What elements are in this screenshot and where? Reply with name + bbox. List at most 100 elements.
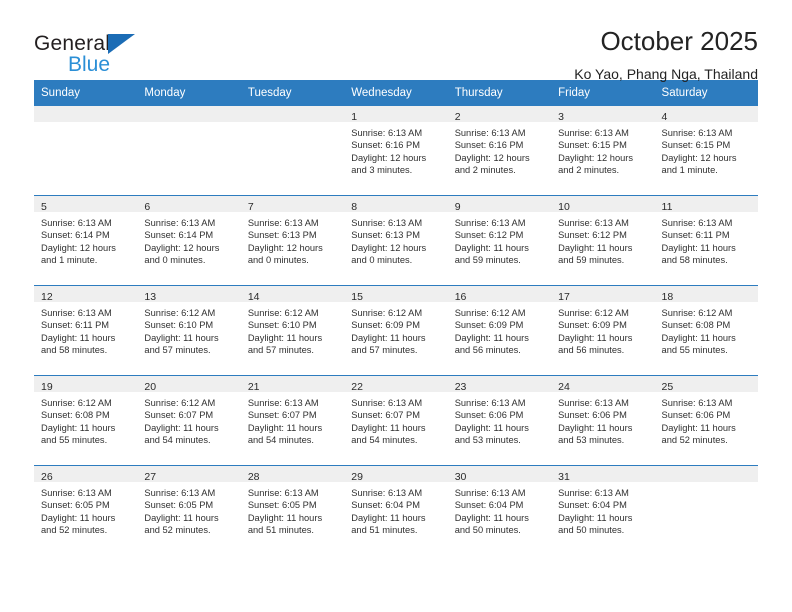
calendar-day-cell[interactable]: 28 Sunrise: 6:13 AM Sunset: 6:05 PM Dayligh… xyxy=(240,466,345,555)
calendar-day-cell[interactable]: 10 Sunrise: 6:13 AM Sunset: 6:12 PM Dayligh… xyxy=(551,196,655,285)
page-title: October 2025 xyxy=(600,26,758,56)
sunset-text: Sunset: 6:07 PM xyxy=(144,410,214,421)
calendar-day-cell[interactable]: 13 Sunrise: 6:12 AM Sunset: 6:10 PM Dayligh… xyxy=(137,286,241,375)
day-number: 19 xyxy=(41,381,53,393)
daylight-text-line2: and 51 minutes. xyxy=(351,525,418,536)
sunset-text: Sunset: 6:07 PM xyxy=(351,410,420,421)
calendar-day-cell[interactable]: 29 Sunrise: 6:13 AM Sunset: 6:04 PM Dayligh… xyxy=(344,466,448,555)
sunset-text: Sunset: 6:10 PM xyxy=(247,320,317,331)
sunset-text: Sunset: 6:06 PM xyxy=(661,410,731,421)
day-number: 22 xyxy=(351,381,363,393)
sunrise-text: Sunrise: 6:12 AM xyxy=(41,398,112,408)
daylight-text-line1: Daylight: 11 hours xyxy=(661,242,736,253)
sunset-text: Sunset: 6:15 PM xyxy=(661,140,731,151)
daylight-text-line1: Daylight: 11 hours xyxy=(351,512,426,523)
calendar-day-cell-empty xyxy=(240,106,345,195)
daylight-text-line1: Daylight: 12 hours xyxy=(144,242,220,253)
daylight-text-line2: and 54 minutes. xyxy=(144,435,211,446)
calendar-day-cell[interactable]: 16 Sunrise: 6:12 AM Sunset: 6:09 PM Dayligh… xyxy=(447,286,552,375)
daylight-text-line2: and 1 minute. xyxy=(41,255,98,266)
daylight-text-line2: and 52 minutes. xyxy=(144,525,211,536)
calendar-day-cell[interactable]: 25 Sunrise: 6:13 AM Sunset: 6:06 PM Dayligh… xyxy=(654,376,758,465)
day-info: Sunrise: 6:13 AM Sunset: 6:06 PM Daylight:… xyxy=(551,392,654,447)
day-number-band xyxy=(654,466,758,482)
day-info: Sunrise: 6:12 AM Sunset: 6:09 PM Daylight:… xyxy=(448,302,551,357)
daylight-text-line2: and 56 minutes. xyxy=(454,345,521,356)
daylight-text-line1: Daylight: 11 hours xyxy=(247,422,323,433)
daylight-text-line2: and 55 minutes. xyxy=(41,435,108,446)
day-info: Sunrise: 6:13 AM Sunset: 6:14 PM Daylight:… xyxy=(137,212,240,267)
calendar-day-cell[interactable]: 17 Sunrise: 6:12 AM Sunset: 6:09 PM Dayligh… xyxy=(551,286,655,375)
day-info: Sunrise: 6:13 AM Sunset: 6:05 PM Daylight:… xyxy=(34,482,137,537)
daylight-text-line2: and 50 minutes. xyxy=(454,525,521,536)
calendar-day-cell[interactable]: 22 Sunrise: 6:13 AM Sunset: 6:07 PM Dayligh… xyxy=(344,376,448,465)
calendar-day-cell[interactable]: 20 Sunrise: 6:12 AM Sunset: 6:07 PM Dayligh… xyxy=(137,376,241,465)
day-number: 26 xyxy=(41,471,53,483)
calendar-week-row: 19 Sunrise: 6:12 AM Sunset: 6:08 PM Dayligh… xyxy=(34,375,758,465)
daylight-text-line2: and 2 minutes. xyxy=(558,165,620,176)
calendar-day-cell[interactable]: 6 Sunrise: 6:13 AM Sunset: 6:14 PM Daylight… xyxy=(137,196,241,285)
sunset-text: Sunset: 6:08 PM xyxy=(41,410,110,421)
calendar-day-cell[interactable]: 21 Sunrise: 6:13 AM Sunset: 6:07 PM Dayligh… xyxy=(240,376,345,465)
brand-logo[interactable]: General Blue xyxy=(34,26,214,75)
day-info: Sunrise: 6:13 AM Sunset: 6:12 PM Daylight:… xyxy=(551,212,654,267)
calendar-day-cell[interactable]: 1 Sunrise: 6:13 AM Sunset: 6:16 PM Daylight… xyxy=(344,106,448,195)
calendar-day-cell[interactable]: 26 Sunrise: 6:13 AM Sunset: 6:05 PM Dayligh… xyxy=(34,466,138,555)
day-number-band: 3 xyxy=(551,106,655,123)
day-info: Sunrise: 6:13 AM Sunset: 6:14 PM Daylight:… xyxy=(34,212,137,267)
calendar-day-cell[interactable]: 23 Sunrise: 6:13 AM Sunset: 6:06 PM Dayligh… xyxy=(447,376,552,465)
day-number: 9 xyxy=(454,201,461,213)
calendar-week-row: 26 Sunrise: 6:13 AM Sunset: 6:05 PM Dayligh… xyxy=(34,465,758,555)
calendar-day-cell[interactable]: 12 Sunrise: 6:13 AM Sunset: 6:11 PM Dayligh… xyxy=(34,286,138,375)
sunset-text: Sunset: 6:14 PM xyxy=(144,230,214,241)
sunrise-text: Sunrise: 6:12 AM xyxy=(558,308,629,318)
calendar-page: General Blue October 2025 Ko Yao, Phang … xyxy=(0,0,792,612)
calendar-day-cell[interactable]: 2 Sunrise: 6:13 AM Sunset: 6:16 PM Daylight… xyxy=(447,106,552,195)
day-number-band: 16 xyxy=(447,286,552,303)
calendar-day-cell[interactable]: 14 Sunrise: 6:12 AM Sunset: 6:10 PM Dayligh… xyxy=(240,286,345,375)
daylight-text-line2: and 59 minutes. xyxy=(454,255,521,266)
calendar-day-cell[interactable]: 7 Sunrise: 6:13 AM Sunset: 6:13 PM Daylight… xyxy=(240,196,345,285)
calendar-day-cell[interactable]: 5 Sunrise: 6:13 AM Sunset: 6:14 PM Daylight… xyxy=(34,196,138,285)
sunrise-text: Sunrise: 6:12 AM xyxy=(661,308,733,318)
sunset-text: Sunset: 6:12 PM xyxy=(454,230,524,241)
day-number: 18 xyxy=(661,291,674,303)
day-info: Sunrise: 6:13 AM Sunset: 6:04 PM Daylight:… xyxy=(551,482,654,537)
day-number: 12 xyxy=(41,291,53,303)
calendar-day-cell[interactable]: 31 Sunrise: 6:13 AM Sunset: 6:04 PM Dayligh… xyxy=(551,466,655,555)
calendar-day-cell[interactable]: 4 Sunrise: 6:13 AM Sunset: 6:15 PM Daylight… xyxy=(654,106,758,195)
calendar-day-cell[interactable]: 27 Sunrise: 6:13 AM Sunset: 6:05 PM Dayligh… xyxy=(137,466,241,555)
calendar-day-cell[interactable]: 24 Sunrise: 6:13 AM Sunset: 6:06 PM Dayligh… xyxy=(551,376,655,465)
daylight-text-line1: Daylight: 11 hours xyxy=(454,512,529,523)
day-number-band: 10 xyxy=(551,196,655,213)
daylight-text-line1: Daylight: 11 hours xyxy=(41,422,116,433)
day-number: 30 xyxy=(454,471,467,483)
daylight-text-line2: and 57 minutes. xyxy=(247,345,314,356)
calendar-day-cell[interactable]: 15 Sunrise: 6:12 AM Sunset: 6:09 PM Dayligh… xyxy=(344,286,448,375)
page-header: General Blue October 2025 Ko Yao, Phang … xyxy=(34,0,758,82)
calendar-day-cell[interactable]: 18 Sunrise: 6:12 AM Sunset: 6:08 PM Dayligh… xyxy=(654,286,758,375)
day-info: Sunrise: 6:13 AM Sunset: 6:15 PM Daylight:… xyxy=(655,122,758,177)
calendar-day-cell[interactable]: 3 Sunrise: 6:13 AM Sunset: 6:15 PM Daylight… xyxy=(551,106,655,195)
calendar-day-cell[interactable]: 19 Sunrise: 6:12 AM Sunset: 6:08 PM Dayligh… xyxy=(34,376,138,465)
sunset-text: Sunset: 6:10 PM xyxy=(144,320,214,331)
calendar-day-cell[interactable]: 9 Sunrise: 6:13 AM Sunset: 6:12 PM Daylight… xyxy=(447,196,552,285)
calendar-day-cell[interactable]: 11 Sunrise: 6:13 AM Sunset: 6:11 PM Dayligh… xyxy=(654,196,758,285)
daylight-text-line1: Daylight: 11 hours xyxy=(144,332,219,343)
weekday-header-friday: Friday xyxy=(558,87,591,99)
sunset-text: Sunset: 6:05 PM xyxy=(41,500,110,511)
sunrise-text: Sunrise: 6:12 AM xyxy=(144,308,216,318)
sunrise-text: Sunrise: 6:13 AM xyxy=(661,128,733,138)
daylight-text-line2: and 2 minutes. xyxy=(454,165,516,176)
daylight-text-line1: Daylight: 11 hours xyxy=(454,332,529,343)
calendar-day-cell[interactable]: 30 Sunrise: 6:13 AM Sunset: 6:04 PM Dayligh… xyxy=(447,466,552,555)
day-info: Sunrise: 6:13 AM Sunset: 6:06 PM Daylight:… xyxy=(448,392,551,447)
calendar-day-cell[interactable]: 8 Sunrise: 6:13 AM Sunset: 6:13 PM Daylight… xyxy=(344,196,448,285)
day-info: Sunrise: 6:13 AM Sunset: 6:04 PM Daylight:… xyxy=(344,482,447,537)
sunset-text: Sunset: 6:09 PM xyxy=(558,320,627,331)
daylight-text-line2: and 55 minutes. xyxy=(661,345,728,356)
daylight-text-line2: and 0 minutes. xyxy=(247,255,309,266)
day-number-band: 23 xyxy=(447,376,552,393)
daylight-text-line1: Daylight: 12 hours xyxy=(351,242,427,253)
day-number: 10 xyxy=(558,201,570,213)
